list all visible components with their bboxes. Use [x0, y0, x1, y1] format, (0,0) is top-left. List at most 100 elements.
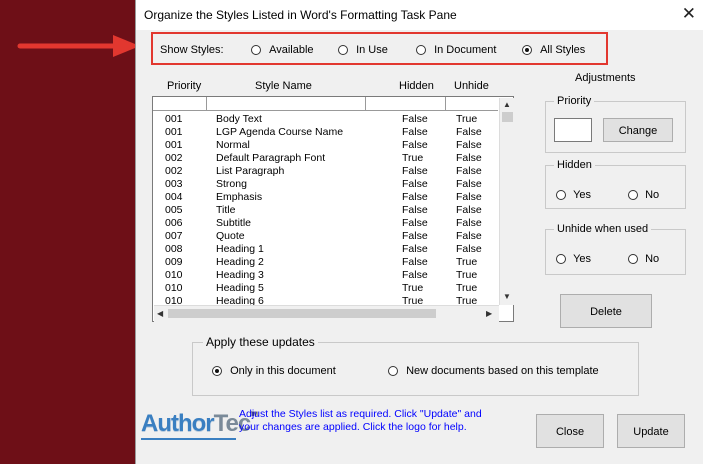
row-style-name: Strong — [216, 178, 247, 190]
adjustments-title: Adjustments — [575, 72, 636, 84]
change-button[interactable]: Change — [603, 118, 673, 142]
column-header-unhide: Unhide — [454, 80, 489, 92]
row-unhide: False — [456, 139, 482, 151]
unhide-no-option[interactable]: No — [628, 253, 659, 265]
radio-only-this-document[interactable] — [212, 366, 222, 376]
row-hidden: False — [402, 204, 428, 216]
row-priority: 007 — [165, 230, 183, 242]
row-style-name: Default Paragraph Font — [216, 152, 326, 164]
hidden-yes-option[interactable]: Yes — [556, 189, 591, 201]
row-unhide: True — [456, 269, 478, 281]
row-priority: 001 — [165, 126, 183, 138]
vertical-scrollbar[interactable]: ▲ ▼ — [499, 98, 515, 305]
row-unhide: True — [456, 113, 478, 125]
row-style-name: Heading 5 — [216, 282, 264, 294]
hidden-legend: Hidden — [554, 159, 595, 171]
row-style-name: Subtitle — [216, 217, 252, 229]
row-unhide: False — [456, 126, 482, 138]
row-hidden: True — [402, 282, 424, 294]
row-hidden: False — [402, 113, 428, 125]
apply-updates-legend: Apply these updates — [203, 335, 318, 349]
row-style-name: Body Text — [216, 113, 262, 125]
row-style-name: Heading 3 — [216, 269, 264, 281]
column-header-hidden: Hidden — [399, 80, 434, 92]
row-style-name: Title — [216, 204, 236, 216]
row-priority: 004 — [165, 191, 183, 203]
update-button[interactable]: Update — [617, 414, 685, 448]
hidden-no-option[interactable]: No — [628, 189, 659, 201]
list-header-strip — [153, 97, 498, 111]
row-hidden: False — [402, 139, 428, 151]
scroll-right-icon[interactable]: ▶ — [486, 309, 492, 318]
callout-arrow — [17, 35, 140, 57]
close-button[interactable]: Close — [536, 414, 604, 448]
row-unhide: True — [456, 256, 478, 268]
close-icon[interactable]: ✕ — [682, 4, 696, 24]
row-hidden: False — [402, 126, 428, 138]
row-hidden: False — [402, 269, 428, 281]
row-priority: 001 — [165, 139, 183, 151]
row-priority: 001 — [165, 113, 183, 125]
radio-unhide-no[interactable] — [628, 254, 638, 264]
apply-option-this-document[interactable]: Only in this document — [212, 365, 336, 377]
styles-list[interactable]: 001 Body Text False True 001 LGP Agenda Cours… — [152, 96, 515, 322]
row-unhide: True — [456, 282, 478, 294]
row-priority: 009 — [165, 256, 183, 268]
row-priority: 002 — [165, 152, 183, 164]
row-style-name: Heading 1 — [216, 243, 264, 255]
column-header-style-name: Style Name — [255, 80, 312, 92]
scroll-down-icon[interactable]: ▼ — [503, 292, 511, 301]
row-priority: 006 — [165, 217, 183, 229]
row-priority: 003 — [165, 178, 183, 190]
title-bar: Organize the Styles Listed in Word's For… — [136, 0, 703, 30]
radio-in-use[interactable] — [338, 45, 348, 55]
row-style-name: List Paragraph — [216, 165, 285, 177]
row-style-name: Emphasis — [216, 191, 263, 203]
radio-new-documents[interactable] — [388, 366, 398, 376]
unhide-group — [545, 229, 686, 275]
row-hidden: False — [402, 230, 428, 242]
row-hidden: False — [402, 256, 428, 268]
row-hidden: False — [402, 243, 428, 255]
row-hidden: True — [402, 152, 424, 164]
row-style-name: Quote — [216, 230, 245, 242]
radio-available[interactable] — [251, 45, 261, 55]
apply-option-new-documents[interactable]: New documents based on this template — [388, 365, 599, 377]
row-hidden: False — [402, 217, 428, 229]
row-priority: 010 — [165, 269, 183, 281]
horizontal-scroll-thumb[interactable] — [168, 309, 436, 318]
delete-button[interactable]: Delete — [560, 294, 652, 328]
row-hidden: False — [402, 178, 428, 190]
row-unhide: False — [456, 152, 482, 164]
radio-all-styles[interactable] — [522, 45, 532, 55]
radio-unhide-yes[interactable] — [556, 254, 566, 264]
priority-input[interactable] — [554, 118, 592, 142]
row-unhide: False — [456, 230, 482, 242]
row-style-name: LGP Agenda Course Name — [216, 126, 344, 138]
row-hidden: False — [402, 165, 428, 177]
show-styles-option-in-document[interactable]: In Document — [416, 44, 496, 56]
show-styles-option-all-styles[interactable]: All Styles — [522, 44, 585, 56]
row-unhide: False — [456, 243, 482, 255]
column-header-priority: Priority — [167, 80, 202, 92]
priority-legend: Priority — [554, 95, 595, 107]
row-priority: 008 — [165, 243, 183, 255]
row-unhide: False — [456, 165, 482, 177]
radio-in-document[interactable] — [416, 45, 426, 55]
radio-hidden-yes[interactable] — [556, 190, 566, 200]
horizontal-scrollbar[interactable]: ◀ ▶ — [154, 305, 499, 322]
row-priority: 002 — [165, 165, 183, 177]
row-unhide: False — [456, 204, 482, 216]
row-priority: 005 — [165, 204, 183, 216]
vertical-scroll-thumb[interactable] — [502, 112, 513, 122]
unhide-yes-option[interactable]: Yes — [556, 253, 591, 265]
scroll-left-icon[interactable]: ◀ — [157, 309, 163, 318]
help-text: Adjust the Styles list as required. Clic… — [239, 408, 482, 433]
organize-styles-dialog: Organize the Styles Listed in Word's For… — [135, 0, 703, 464]
show-styles-option-available[interactable]: Available — [251, 44, 314, 56]
radio-hidden-no[interactable] — [628, 190, 638, 200]
show-styles-option-in-use[interactable]: In Use — [338, 44, 388, 56]
row-priority: 010 — [165, 282, 183, 294]
row-unhide: False — [456, 178, 482, 190]
scroll-up-icon[interactable]: ▲ — [503, 100, 511, 109]
